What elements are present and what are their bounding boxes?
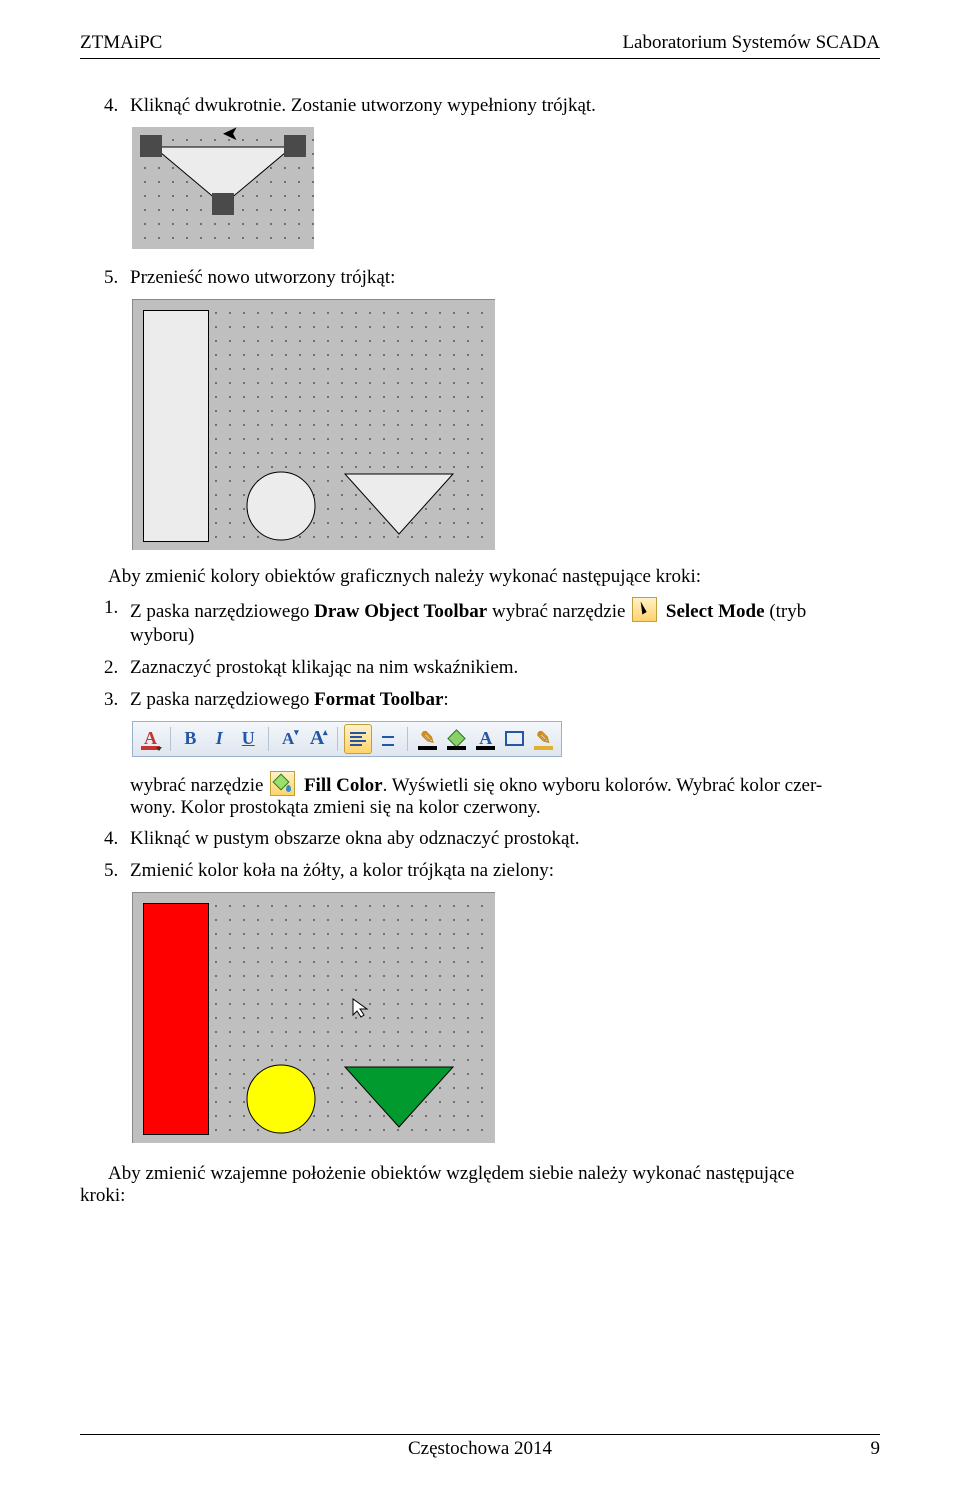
text: Z paska narzędziowego <box>130 601 314 622</box>
step-number: 5. <box>104 267 130 289</box>
tool-name: Fill Color <box>304 775 383 796</box>
bold-icon: B <box>184 728 196 749</box>
toolbar-name: Draw Object Toolbar <box>314 601 487 622</box>
font-color-button[interactable]: A <box>137 725 164 753</box>
step-b5: 5. Zmienić kolor koła na żółty, a kolor … <box>104 860 880 882</box>
text: . Wyświetli się okno wyboru kolorów. Wyb… <box>383 775 823 796</box>
toolbar-name: Format Toolbar <box>314 689 443 710</box>
caret-down-icon: ▾ <box>294 727 299 737</box>
separator <box>268 727 269 751</box>
header-left: ZTMAiPC <box>80 32 162 54</box>
step-a4: 4. Kliknąć dwukrotnie. Zostanie utworzon… <box>104 95 880 117</box>
text: : <box>443 689 448 710</box>
separator <box>337 727 338 751</box>
figure-shapes-gray <box>132 299 495 550</box>
separator <box>170 727 171 751</box>
circle-yellow <box>243 1061 319 1137</box>
step-b3b: wybrać narzędzie Fill Color. Wyświetli s… <box>104 771 880 819</box>
font-smaller-button[interactable]: A▾ <box>275 725 302 753</box>
dropdown-icon <box>156 747 162 751</box>
cursor-icon: ➤ <box>222 123 239 146</box>
figure-selected-triangle: ➤ <box>132 127 314 249</box>
underline-icon: U <box>242 728 255 749</box>
step-number: 4. <box>104 828 130 850</box>
step-number: 5. <box>104 860 130 882</box>
format-toolbar: A B I U A▾ A▴ A <box>132 721 562 757</box>
fill-color-button[interactable] <box>443 725 470 753</box>
step-b1: 1. Z paska narzędziowego Draw Object Too… <box>104 597 880 647</box>
step-text: Zmienić kolor koła na żółty, a kolor tró… <box>130 860 880 882</box>
rectangle-red <box>143 903 209 1135</box>
fill-color-icon <box>270 771 295 796</box>
text: Aby zmienić wzajemne położenie obiektów … <box>80 1163 880 1185</box>
selection-handle <box>284 135 306 157</box>
text: wybrać narzędzie <box>130 775 268 796</box>
paragraph-change-position: Aby zmienić wzajemne położenie obiektów … <box>80 1163 880 1207</box>
step-body: Z paska narzędziowego Draw Object Toolba… <box>130 597 880 647</box>
selection-handle <box>212 193 234 215</box>
line-color-button[interactable] <box>414 725 441 753</box>
step-number: 1. <box>104 597 130 647</box>
circle-shape <box>243 468 319 544</box>
selection-handle <box>140 135 162 157</box>
rectangle-shape <box>143 310 209 542</box>
italic-button[interactable]: I <box>206 725 233 753</box>
color-bar <box>534 746 553 750</box>
text-color-button[interactable]: A <box>472 725 499 753</box>
step-body: wybrać narzędzie Fill Color. Wyświetli s… <box>130 771 880 819</box>
step-text: Kliknąć dwukrotnie. Zostanie utworzony w… <box>130 95 880 117</box>
step-number: 4. <box>104 95 130 117</box>
color-bar <box>447 746 466 750</box>
align-center-button[interactable] <box>374 725 401 753</box>
step-text: Zaznaczyć prostokąt klikając na nim wska… <box>130 657 880 679</box>
figure-shapes-colored <box>132 892 495 1143</box>
cursor-icon <box>351 997 373 1019</box>
triangle-green <box>339 1061 459 1137</box>
footer-center: Częstochowa 2014 <box>80 1438 880 1460</box>
font-larger-button[interactable]: A▴ <box>304 725 331 753</box>
step-b2: 2. Zaznaczyć prostokąt klikając na nim w… <box>104 657 880 679</box>
caret-up-icon: ▴ <box>323 727 328 737</box>
text: kroki: <box>80 1185 880 1207</box>
step-b3: 3. Z paska narzędziowego Format Toolbar: <box>104 689 880 711</box>
triangle-shape <box>339 468 459 544</box>
step-b4: 4. Kliknąć w pustym obszarze okna aby od… <box>104 828 880 850</box>
align-icon <box>350 732 366 746</box>
align-left-button[interactable] <box>344 724 373 754</box>
step-a5: 5. Przenieść nowo utworzony trójkąt: <box>104 267 880 289</box>
color-bar <box>418 746 437 750</box>
step-text: Kliknąć w pustym obszarze okna aby odzna… <box>130 828 880 850</box>
text: Z paska narzędziowego <box>130 689 314 710</box>
step-body: Z paska narzędziowego Format Toolbar: <box>130 689 880 711</box>
bold-button[interactable]: B <box>177 725 204 753</box>
text: wybrać narzędzie <box>487 601 630 622</box>
page-header: ZTMAiPC Laboratorium Systemów SCADA <box>80 32 880 59</box>
separator <box>407 727 408 751</box>
text: (tryb <box>765 601 807 622</box>
step-number: 2. <box>104 657 130 679</box>
tool-name: Select Mode <box>666 601 765 622</box>
header-right: Laboratorium Systemów SCADA <box>622 32 880 54</box>
color-bar <box>476 746 495 750</box>
step-text: Przenieść nowo utworzony trójkąt: <box>130 267 880 289</box>
step-number <box>104 771 130 819</box>
edit-button[interactable] <box>530 725 557 753</box>
rectangle-button[interactable] <box>501 725 528 753</box>
page-footer: Częstochowa 2014 9 <box>80 1434 880 1460</box>
text: wony. Kolor prostokąta zmieni się na kol… <box>130 797 880 819</box>
align-icon <box>380 732 396 746</box>
letter-a-icon: A <box>282 729 294 749</box>
step-number: 3. <box>104 689 130 711</box>
paragraph-change-colors: Aby zmienić kolory obiektów graficznych … <box>80 566 880 588</box>
text: wyboru) <box>130 625 880 647</box>
select-mode-icon <box>632 597 657 622</box>
italic-icon: I <box>216 728 223 749</box>
underline-button[interactable]: U <box>235 725 262 753</box>
